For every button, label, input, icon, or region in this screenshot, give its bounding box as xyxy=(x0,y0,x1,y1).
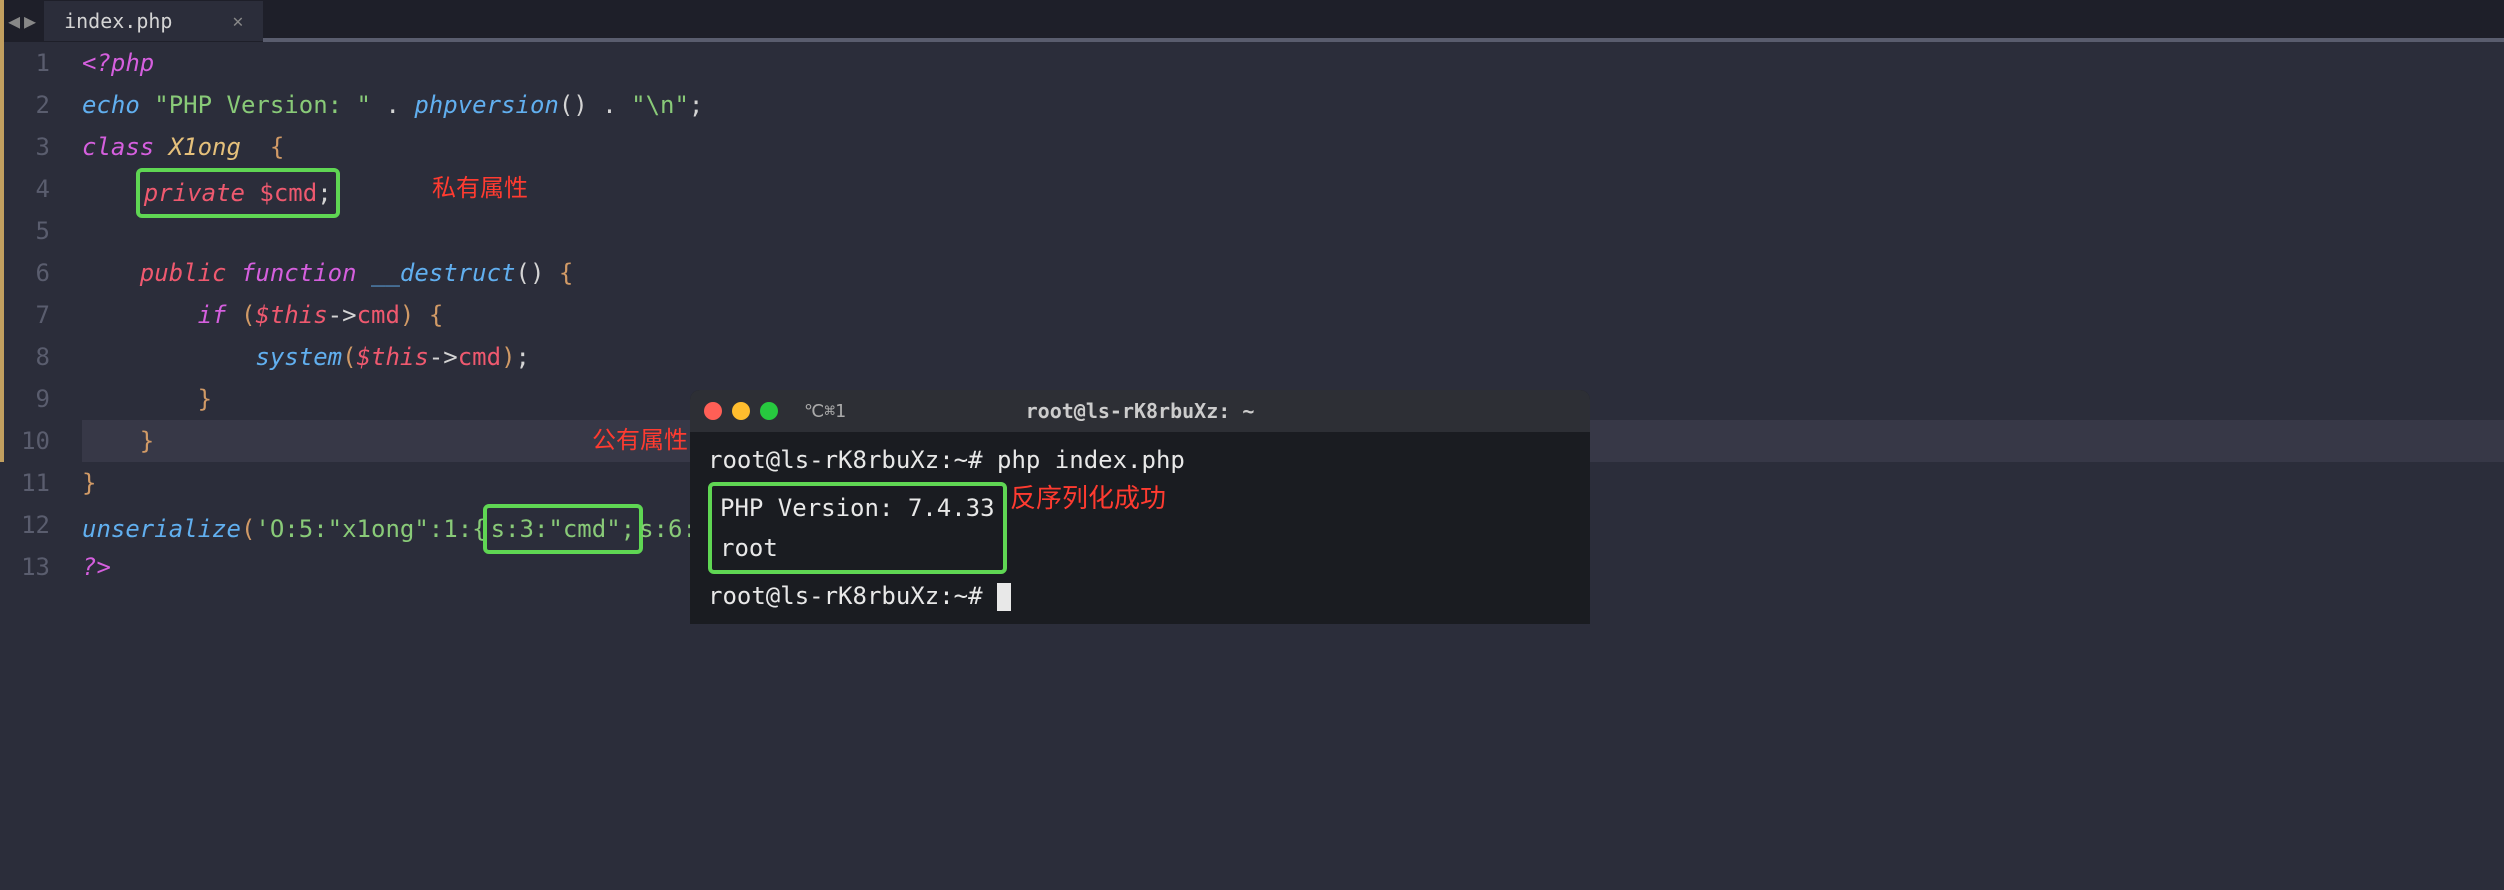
line-number: 8 xyxy=(0,336,50,378)
code-line: if ($this->cmd) { xyxy=(82,294,2504,336)
gutter: 1 2 3 4 5 6 7 8 9 10 11 12 13 xyxy=(0,42,70,890)
terminal-line: root@ls-rK8rbuXz:~# php index.php xyxy=(708,440,1572,480)
nav-back-icon[interactable]: ◀ xyxy=(8,9,20,33)
line-number: 7 xyxy=(0,294,50,336)
line-number: 2 xyxy=(0,84,50,126)
terminal-output: root xyxy=(720,528,995,568)
code-line: class X1ong { xyxy=(82,126,2504,168)
code-line: echo "PHP Version: " . phpversion() . "\… xyxy=(82,84,2504,126)
terminal-titlebar[interactable]: ℃⌘1 root@ls-rK8rbuXz: ~ xyxy=(690,390,1590,432)
line-number: 1 xyxy=(0,42,50,84)
code-line: public function __destruct() { xyxy=(82,252,2504,294)
line-number: 11 xyxy=(0,462,50,504)
code-line xyxy=(82,210,2504,252)
line-number: 13 xyxy=(0,546,50,588)
window-maximize-icon[interactable] xyxy=(760,402,778,420)
line-number: 4 xyxy=(0,168,50,210)
terminal-title: root@ls-rK8rbuXz: ~ xyxy=(1026,399,1255,423)
window-minimize-icon[interactable] xyxy=(732,402,750,420)
tab-filename: index.php xyxy=(64,9,172,33)
terminal-tab-label: ℃⌘1 xyxy=(804,401,846,422)
cursor-icon xyxy=(997,583,1011,611)
line-number: 10 xyxy=(0,420,50,462)
close-icon[interactable]: ✕ xyxy=(232,11,243,32)
terminal-output: PHP Version: 7.4.33 xyxy=(720,488,995,528)
line-number: 6 xyxy=(0,252,50,294)
tab-index-php[interactable]: index.php ✕ xyxy=(44,1,263,41)
code-line: system($this->cmd); xyxy=(82,336,2504,378)
line-number: 3 xyxy=(0,126,50,168)
line-number: 12 xyxy=(0,504,50,546)
nav-forward-icon[interactable]: ▶ xyxy=(24,9,36,33)
terminal-line: root@ls-rK8rbuXz:~# xyxy=(708,576,1572,616)
code-line: <?php xyxy=(82,42,2504,84)
modified-marker xyxy=(0,0,4,462)
window-close-icon[interactable] xyxy=(704,402,722,420)
line-number: 9 xyxy=(0,378,50,420)
line-number: 5 xyxy=(0,210,50,252)
nav-arrows: ◀ ▶ xyxy=(0,9,44,33)
tab-bar: ◀ ▶ index.php ✕ xyxy=(0,0,2504,42)
highlight-box-output: PHP Version: 7.4.33 root xyxy=(708,482,1007,574)
terminal-body[interactable]: root@ls-rK8rbuXz:~# php index.php PHP Ve… xyxy=(690,432,1590,624)
annotation-public: 公有属性 xyxy=(592,420,688,462)
code-line: private $cmd;私有属性 xyxy=(82,168,2504,210)
annotation-success: 反序列化成功 xyxy=(1010,478,1166,515)
annotation-private: 私有属性 xyxy=(432,168,528,210)
